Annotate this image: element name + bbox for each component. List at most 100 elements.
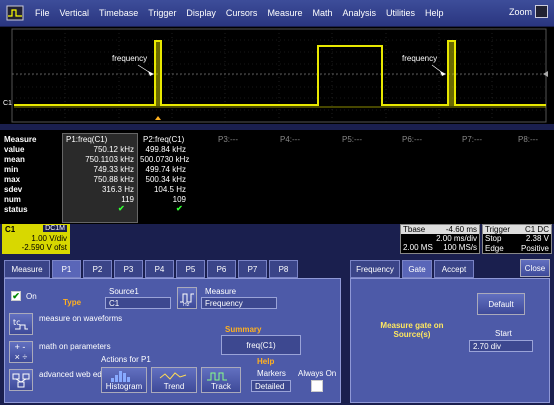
app-logo[interactable] — [4, 3, 26, 23]
p1-max: 750.88 kHz — [93, 175, 134, 184]
histogram-icon — [111, 370, 130, 382]
histogram-button[interactable]: Histogram — [101, 367, 147, 393]
trigger-point-marker — [155, 116, 161, 120]
tab-p4[interactable]: P4 — [145, 260, 174, 278]
summary-field[interactable]: freq(C1) — [221, 335, 301, 355]
p1-sdev: 316.3 Hz — [101, 185, 134, 194]
measure-tabs: Measure P1 P2 P3 P4 P5 P6 P7 P8 — [4, 260, 300, 278]
tab-p6[interactable]: P6 — [207, 260, 236, 278]
p2-sdev: 104.5 Hz — [153, 185, 186, 194]
trigger-mode: Stop — [485, 234, 502, 243]
track-icon — [207, 372, 227, 380]
on-label: On — [26, 292, 37, 301]
menu-math[interactable]: Math — [307, 8, 337, 18]
tab-gate[interactable]: Gate — [402, 260, 432, 278]
default-button[interactable]: Default — [477, 293, 525, 315]
p1-num: 119 — [121, 195, 134, 204]
timebase-descriptor[interactable]: Tbase -4.60 ms 2.00 ms/div 2.00 MS 100 M… — [400, 224, 480, 254]
type-option-waveforms[interactable]: measure on waveforms — [39, 314, 122, 323]
p2-num: 109 — [172, 195, 186, 204]
p1-settings-panel: ✔ On Type tc measure on waveforms + - × ÷… — [4, 278, 341, 403]
track-button[interactable]: Track — [201, 367, 241, 393]
menu-display[interactable]: Display — [181, 8, 221, 18]
tab-frequency[interactable]: Frequency — [350, 260, 400, 278]
close-button[interactable]: Close — [520, 259, 550, 277]
tab-p8[interactable]: P8 — [269, 260, 298, 278]
timebase-label: Tbase — [403, 225, 426, 234]
measure-param-field[interactable]: Frequency — [201, 297, 277, 309]
p6-header[interactable]: P6:--- — [402, 135, 422, 144]
p2-header[interactable]: P2:freq(C1) — [143, 135, 184, 144]
menu-measure[interactable]: Measure — [262, 8, 307, 18]
waveform-display[interactable]: frequency frequency C1 — [0, 27, 554, 124]
measure-table-content: Measure P1:freq(C1) P2:freq(C1) P3:--- P… — [0, 133, 554, 225]
trigger-descriptor[interactable]: Trigger C1 DC Stop 2.38 V Edge Positive — [482, 224, 552, 254]
zoom-icon[interactable] — [535, 5, 548, 18]
row-label-min: min — [4, 165, 19, 174]
web-edit-icon[interactable] — [9, 369, 33, 391]
menu-file[interactable]: File — [30, 8, 55, 18]
trigger-header: Trigger C1 DC — [483, 225, 551, 234]
row-label-num: num — [4, 195, 21, 204]
menu-help[interactable]: Help — [420, 8, 449, 18]
p7-header[interactable]: P7:--- — [462, 135, 482, 144]
type-option-web[interactable]: advanced web edit — [39, 370, 106, 379]
zoom-label: Zoom — [508, 6, 532, 17]
gate-settings-panel: Default Measure gate on Source(s) Start … — [350, 278, 550, 403]
timebase-samples: 2.00 MS — [403, 243, 433, 252]
marker-label-2: frequency — [402, 54, 438, 63]
menu-vertical[interactable]: Vertical — [55, 8, 95, 18]
menu-analysis[interactable]: Analysis — [337, 8, 381, 18]
timebase-rate: 100 MS/s — [443, 243, 477, 252]
menu-trigger[interactable]: Trigger — [143, 8, 181, 18]
svg-text:tc: tc — [13, 318, 21, 327]
p8-header[interactable]: P8:--- — [518, 135, 538, 144]
start-label: Start — [495, 329, 512, 338]
tab-accept[interactable]: Accept — [434, 260, 474, 278]
type-option-math[interactable]: math on parameters — [39, 342, 111, 351]
measure-param-label: Measure — [205, 287, 237, 296]
p5-header[interactable]: P5:--- — [342, 135, 362, 144]
tab-p3[interactable]: P3 — [114, 260, 143, 278]
tab-p7[interactable]: P7 — [238, 260, 267, 278]
tab-p2[interactable]: P2 — [83, 260, 112, 278]
tab-p1[interactable]: P1 — [52, 260, 81, 278]
on-checkbox[interactable]: ✔ — [11, 291, 21, 301]
menu-timebase[interactable]: Timebase — [94, 8, 143, 18]
markers-field[interactable]: Detailed — [251, 380, 291, 392]
always-on-label: Always On — [298, 369, 337, 378]
start-field[interactable]: 2.70 div — [469, 340, 533, 352]
graticule-grid — [12, 29, 546, 122]
row-label-max: max — [4, 175, 21, 184]
trigger-level: 2.38 V — [525, 234, 549, 243]
menu-utilities[interactable]: Utilities — [381, 8, 420, 18]
frequency-icon[interactable]: Hz — [177, 287, 197, 309]
type-label: Type — [63, 298, 82, 307]
math-on-parameters-icon[interactable]: + - × ÷ — [9, 341, 33, 363]
tab-p5[interactable]: P5 — [176, 260, 205, 278]
svg-text:Hz: Hz — [183, 302, 190, 306]
persist-band-1 — [154, 40, 162, 106]
p2-value: 499.84 kHz — [145, 145, 186, 154]
measure-title: Measure — [4, 135, 37, 144]
timebase-delay: -4.60 ms — [445, 225, 477, 234]
track-label: Track — [211, 381, 231, 391]
p1-header[interactable]: P1:freq(C1) — [66, 135, 107, 144]
marker-label-1: frequency — [112, 54, 148, 63]
source-label: Source1 — [109, 287, 139, 296]
gate-tabs: Frequency Gate Accept — [350, 260, 476, 278]
always-on-checkbox[interactable] — [311, 380, 323, 392]
trend-icon — [159, 371, 187, 380]
measure-on-waveforms-icon[interactable]: tc — [9, 313, 33, 335]
source-field[interactable]: C1 — [105, 297, 171, 309]
c1-descriptor[interactable]: C1 DC1M 1.00 V/div -2.590 V ofst — [2, 224, 70, 254]
menu-cursors[interactable]: Cursors — [221, 8, 263, 18]
trend-label: Trend — [163, 381, 185, 391]
tab-measure[interactable]: Measure — [4, 260, 50, 278]
zoom-control[interactable]: Zoom — [509, 5, 548, 18]
trigger-type: Edge — [485, 244, 504, 253]
p4-header[interactable]: P4:--- — [280, 135, 300, 144]
p3-header[interactable]: P3:--- — [218, 135, 238, 144]
p1-min: 749.33 kHz — [93, 165, 134, 174]
trend-button[interactable]: Trend — [151, 367, 197, 393]
